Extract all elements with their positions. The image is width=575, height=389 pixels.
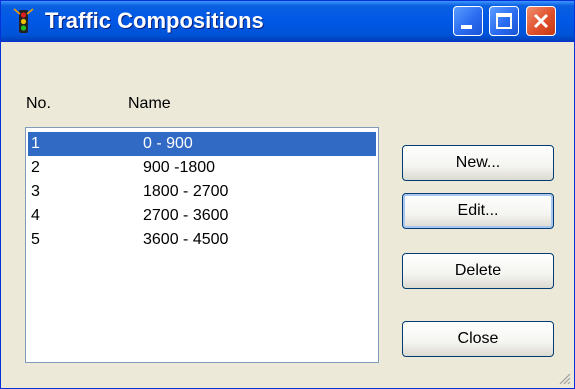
list-item[interactable]: 5 3600 - 4500 xyxy=(28,228,376,252)
traffic-compositions-dialog: Traffic Compositions No. Name 1 0 - 900 … xyxy=(0,0,575,389)
close-window-button[interactable] xyxy=(526,6,556,36)
close-icon xyxy=(533,13,549,29)
close-button[interactable]: Close xyxy=(402,321,554,357)
list-item-no: 5 xyxy=(31,231,40,248)
list-item-no: 1 xyxy=(31,135,40,152)
list-item[interactable]: 1 0 - 900 xyxy=(28,132,376,156)
traffic-light-icon xyxy=(13,8,34,33)
composition-list[interactable]: 1 0 - 900 2 900 -1800 3 1800 - 2700 4 27… xyxy=(25,127,379,363)
resize-grip-icon[interactable] xyxy=(557,371,571,385)
list-item[interactable]: 4 2700 - 3600 xyxy=(28,204,376,228)
edit-button[interactable]: Edit... xyxy=(402,193,554,229)
list-item-name: 3600 - 4500 xyxy=(143,231,229,248)
column-header-name: Name xyxy=(128,95,171,112)
list-item-no: 3 xyxy=(31,183,40,200)
window-title: Traffic Compositions xyxy=(45,8,264,33)
maximize-icon xyxy=(496,13,512,29)
list-item[interactable]: 2 900 -1800 xyxy=(28,156,376,180)
list-item-no: 2 xyxy=(31,159,40,176)
delete-button[interactable]: Delete xyxy=(402,253,554,289)
new-button[interactable]: New... xyxy=(402,145,554,181)
list-item-name: 900 -1800 xyxy=(143,159,216,176)
list-item-name: 2700 - 3600 xyxy=(143,207,229,224)
list-item[interactable]: 3 1800 - 2700 xyxy=(28,180,376,204)
title-bar[interactable]: Traffic Compositions xyxy=(1,1,574,42)
minimize-button[interactable] xyxy=(453,6,483,36)
list-item-no: 4 xyxy=(31,207,40,224)
list-item-name: 1800 - 2700 xyxy=(143,183,229,200)
minimize-icon xyxy=(461,25,472,29)
column-header-no: No. xyxy=(26,95,51,112)
maximize-button[interactable] xyxy=(489,6,519,36)
list-item-name: 0 - 900 xyxy=(143,135,193,152)
